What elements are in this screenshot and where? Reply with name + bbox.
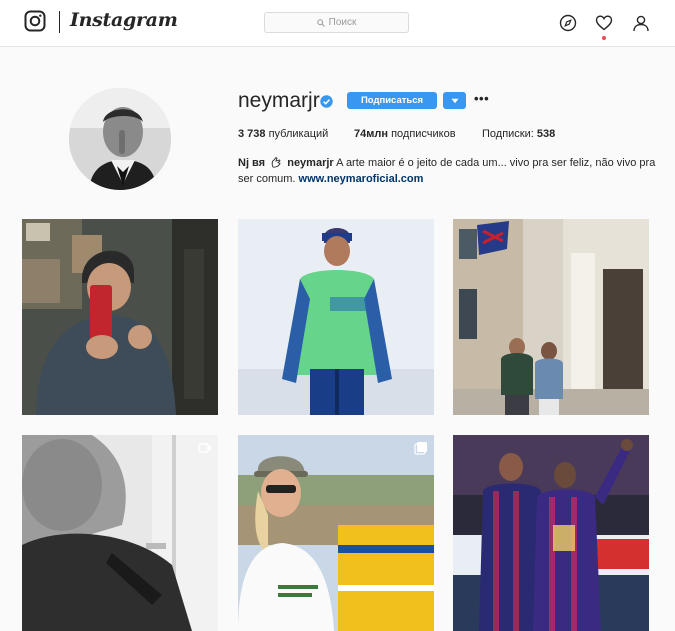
bio-text-line1: A arte maior é o jeito de cada um... viv…	[333, 157, 656, 169]
post-image-institute-shirt	[238, 435, 434, 631]
post-image-street-couple	[453, 219, 649, 415]
following-stat[interactable]: Подписки: 538	[482, 128, 555, 140]
bio-text-line2: ser comum.	[238, 173, 299, 185]
logo-divider	[59, 11, 60, 33]
search-input[interactable]: Поиск	[264, 12, 409, 33]
profile-username: neymarjr	[238, 89, 320, 112]
post-image-training-kit	[238, 219, 434, 415]
video-post-icon	[198, 443, 211, 453]
bio-mention[interactable]: neymarjr	[287, 157, 333, 169]
following-count: 538	[536, 128, 556, 140]
post-image-players-celebrating	[453, 435, 649, 631]
post-thumbnail[interactable]	[453, 435, 649, 631]
heart-activity-icon[interactable]	[595, 14, 613, 32]
instagram-camera-icon[interactable]	[24, 10, 46, 32]
post-image-bw-closeup	[22, 435, 218, 631]
search-icon	[316, 18, 325, 27]
profile-full-name: Nj вя	[238, 157, 266, 169]
followers-stat[interactable]: 74млн подписчиков	[354, 128, 456, 140]
more-options-button[interactable]: •••	[474, 92, 489, 105]
following-label: Подписки:	[482, 128, 534, 140]
notification-dot	[602, 36, 606, 40]
posts-stat: 3 738 публикаций	[238, 128, 328, 140]
follow-button[interactable]: Подписаться	[347, 92, 437, 109]
profile-avatar[interactable]	[69, 88, 171, 190]
gallery-post-icon	[414, 442, 427, 455]
top-navigation-bar: Instagram Поиск	[0, 0, 675, 47]
search-placeholder: Поиск	[328, 17, 357, 28]
post-thumbnail[interactable]	[22, 435, 218, 631]
emoji-hand-icon	[271, 156, 281, 168]
post-thumbnail[interactable]	[238, 219, 434, 415]
caret-down-icon	[451, 98, 458, 103]
posts-count: 3 738	[238, 128, 266, 140]
profile-user-icon[interactable]	[632, 14, 650, 32]
followers-count: 74млн	[354, 128, 389, 140]
instagram-wordmark-logo[interactable]: Instagram	[70, 9, 178, 31]
post-thumbnail[interactable]	[22, 219, 218, 415]
bio-website-link[interactable]: www.neymaroficial.com	[299, 173, 424, 185]
profile-bio: Nj вя neymarjr A arte maior é o jeito de…	[238, 155, 658, 187]
post-thumbnail[interactable]	[238, 435, 434, 631]
followers-label: подписчиков	[391, 128, 456, 140]
post-image-mirror-selfie	[22, 219, 218, 415]
post-thumbnail[interactable]	[453, 219, 649, 415]
compass-explore-icon[interactable]	[559, 14, 577, 32]
verified-badge-icon	[320, 95, 333, 108]
posts-label: публикаций	[268, 128, 329, 140]
follow-options-dropdown-button[interactable]	[443, 92, 466, 109]
